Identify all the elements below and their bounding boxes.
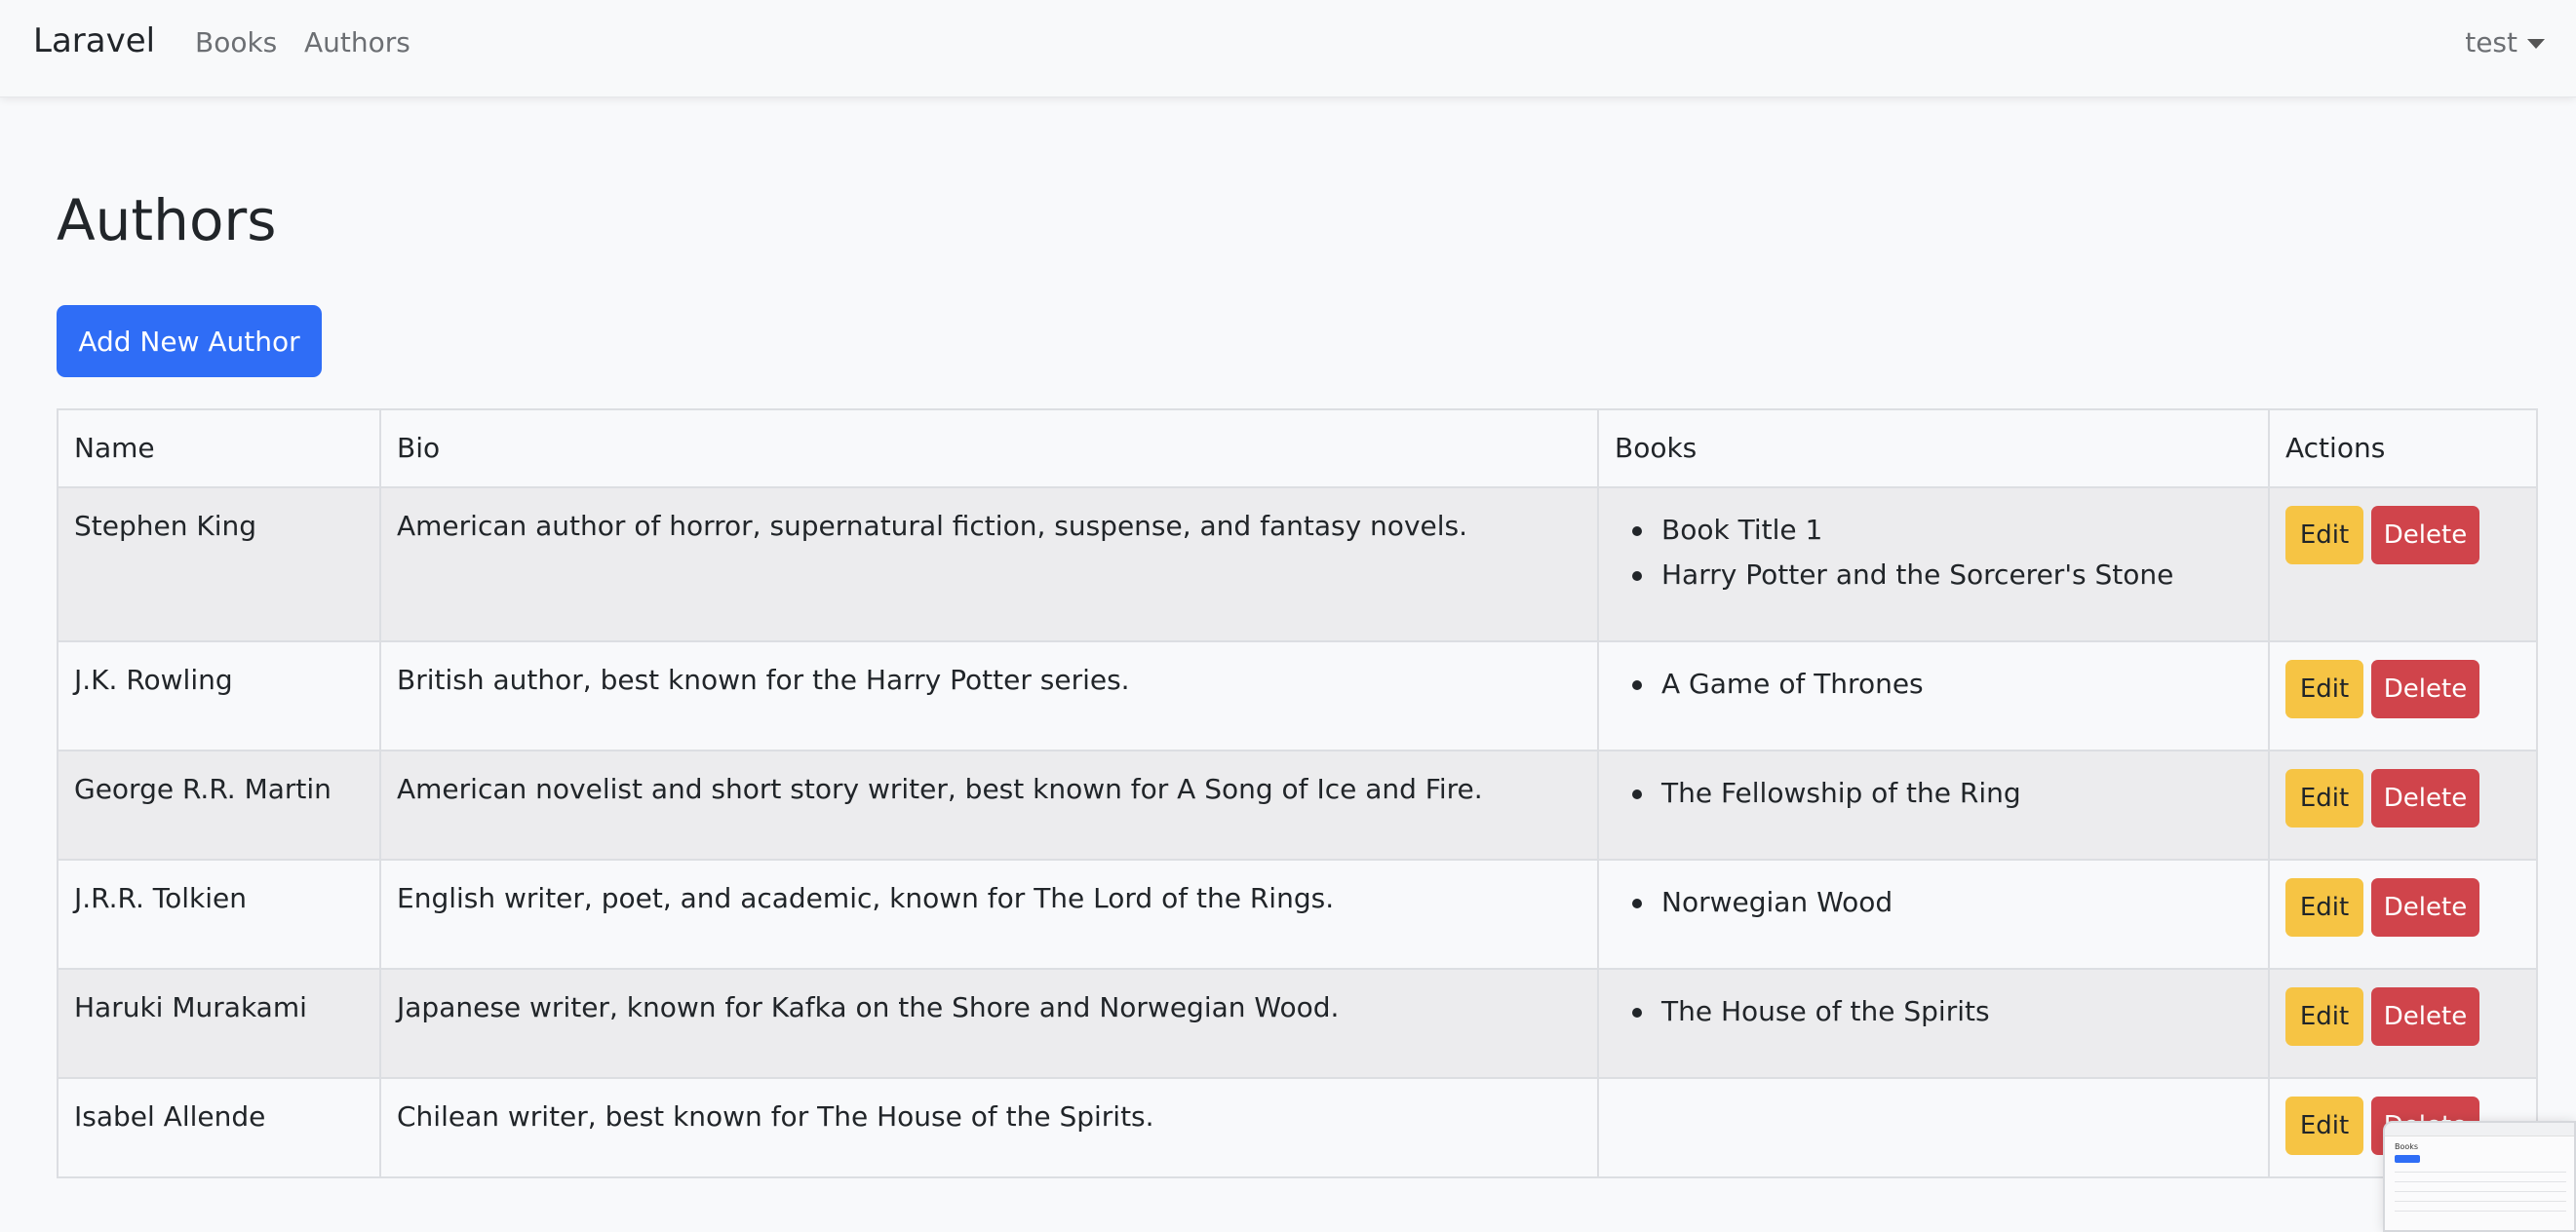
author-actions: Edit Delete <box>2268 968 2538 1079</box>
column-header-actions: Actions <box>2268 408 2538 488</box>
author-books <box>1597 1077 2270 1178</box>
edit-button[interactable]: Edit <box>2285 769 2363 828</box>
author-actions: Edit Delete <box>2268 859 2538 970</box>
book-item: Harry Potter and the Sorcerer's Stone <box>1632 553 2252 597</box>
column-header-name: Name <box>57 408 381 488</box>
books-list: A Game of Thrones <box>1615 662 2252 707</box>
author-name: George R.R. Martin <box>57 750 381 861</box>
thumbnail-row <box>2395 1185 2566 1192</box>
book-item: Norwegian Wood <box>1632 880 2252 925</box>
edit-button[interactable]: Edit <box>2285 987 2363 1046</box>
authors-table: Name Bio Books Actions Stephen King Amer… <box>57 408 2538 1178</box>
thumbnail-button <box>2395 1155 2420 1163</box>
column-header-books: Books <box>1597 408 2270 488</box>
thumbnail-row <box>2395 1175 2566 1182</box>
add-author-button[interactable]: Add New Author <box>57 305 322 377</box>
nav-link-books[interactable]: Books <box>195 26 277 58</box>
table-row: Isabel Allende Chilean writer, best know… <box>57 1077 2538 1178</box>
table-row: Haruki Murakami Japanese writer, known f… <box>57 968 2538 1079</box>
delete-button[interactable]: Delete <box>2371 878 2479 937</box>
author-name: Isabel Allende <box>57 1077 381 1178</box>
book-item: The House of the Spirits <box>1632 989 2252 1034</box>
book-item: A Game of Thrones <box>1632 662 2252 707</box>
thumbnail-row <box>2395 1195 2566 1202</box>
user-name: test <box>2465 26 2517 58</box>
author-bio: British author, best known for the Harry… <box>379 640 1599 751</box>
author-books: The House of the Spirits <box>1597 968 2270 1079</box>
nav-link-authors[interactable]: Authors <box>304 26 410 58</box>
author-bio: Chilean writer, best known for The House… <box>379 1077 1599 1178</box>
table-row: J.K. Rowling British author, best known … <box>57 640 2538 751</box>
author-bio: American novelist and short story writer… <box>379 750 1599 861</box>
user-dropdown[interactable]: test <box>2465 26 2545 58</box>
author-books: A Game of Thrones <box>1597 640 2270 751</box>
table-row: Stephen King American author of horror, … <box>57 486 2538 642</box>
navbar: Laravel Books Authors test <box>0 0 2576 97</box>
author-books: Norwegian Wood <box>1597 859 2270 970</box>
books-list: The Fellowship of the Ring <box>1615 771 2252 816</box>
author-bio: English writer, poet, and academic, know… <box>379 859 1599 970</box>
edit-button[interactable]: Edit <box>2285 660 2363 718</box>
author-bio: American author of horror, supernatural … <box>379 486 1599 642</box>
books-list: The House of the Spirits <box>1615 989 2252 1034</box>
author-name: J.R.R. Tolkien <box>57 859 381 970</box>
delete-button[interactable]: Delete <box>2371 506 2479 564</box>
author-actions: Edit Delete <box>2268 486 2538 642</box>
author-books: Book Title 1 Harry Potter and the Sorcer… <box>1597 486 2270 642</box>
books-list: Norwegian Wood <box>1615 880 2252 925</box>
edit-button[interactable]: Edit <box>2285 878 2363 937</box>
author-bio: Japanese writer, known for Kafka on the … <box>379 968 1599 1079</box>
delete-button[interactable]: Delete <box>2371 987 2479 1046</box>
author-name: J.K. Rowling <box>57 640 381 751</box>
edit-button[interactable]: Edit <box>2285 1097 2363 1155</box>
book-item: Book Title 1 <box>1632 508 2252 553</box>
book-item: The Fellowship of the Ring <box>1632 771 2252 816</box>
author-books: The Fellowship of the Ring <box>1597 750 2270 861</box>
table-row: J.R.R. Tolkien English writer, poet, and… <box>57 859 2538 970</box>
delete-button[interactable]: Delete <box>2371 769 2479 828</box>
caret-down-icon <box>2527 38 2545 49</box>
screenshot-thumbnail[interactable]: Books <box>2383 1121 2576 1232</box>
books-list: Book Title 1 Harry Potter and the Sorcer… <box>1615 508 2252 597</box>
author-actions: Edit Delete <box>2268 640 2538 751</box>
author-name: Haruki Murakami <box>57 968 381 1079</box>
table-header-row: Name Bio Books Actions <box>57 408 2538 488</box>
thumbnail-row <box>2395 1166 2566 1173</box>
thumbnail-navbar <box>2385 1123 2574 1136</box>
thumbnail-title: Books <box>2395 1142 2419 1151</box>
thumbnail-row <box>2395 1205 2566 1212</box>
page-title: Authors <box>57 187 277 253</box>
table-row: George R.R. Martin American novelist and… <box>57 750 2538 861</box>
edit-button[interactable]: Edit <box>2285 506 2363 564</box>
delete-button[interactable]: Delete <box>2371 660 2479 718</box>
author-actions: Edit Delete <box>2268 750 2538 861</box>
brand-link[interactable]: Laravel <box>33 21 155 60</box>
column-header-bio: Bio <box>379 408 1599 488</box>
author-name: Stephen King <box>57 486 381 642</box>
